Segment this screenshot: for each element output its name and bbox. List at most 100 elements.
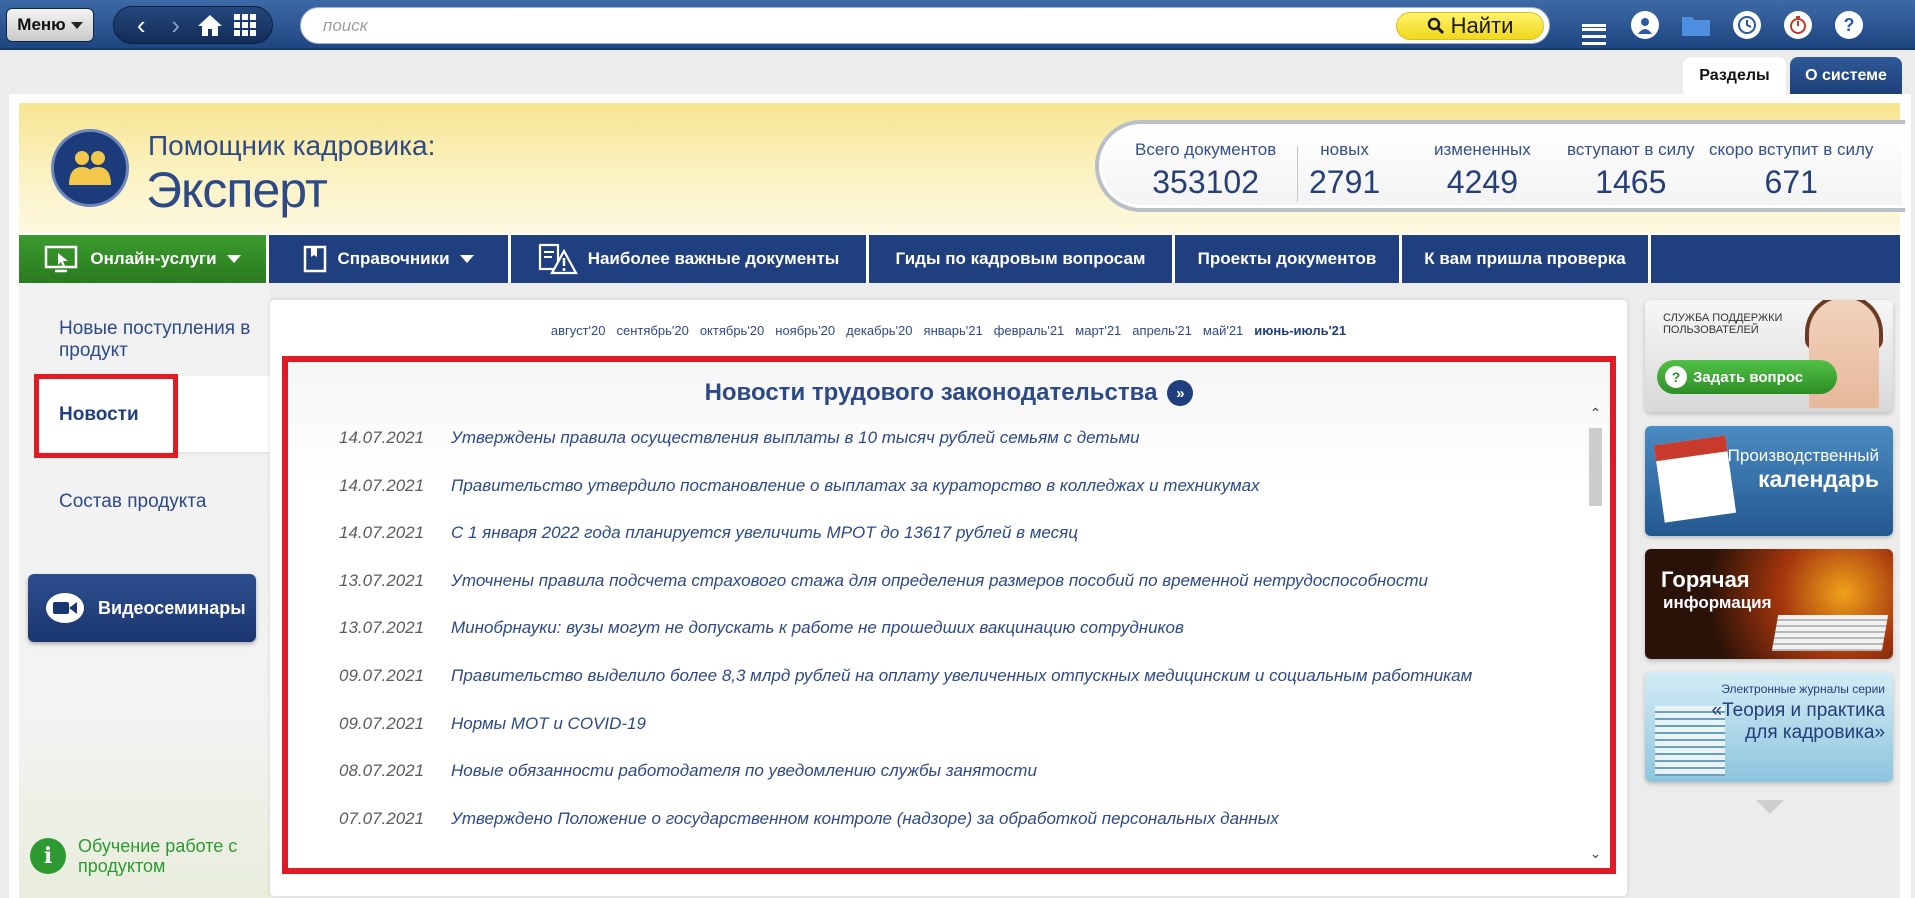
find-button[interactable]: Найти [1396, 12, 1544, 40]
stat-changed[interactable]: измененных 4249 [1434, 140, 1531, 201]
news-date: 14.07.2021 [339, 523, 425, 543]
menu-button[interactable]: Меню [6, 8, 94, 42]
news-date: 08.07.2021 [339, 761, 425, 781]
sidebar-item-product-contents[interactable]: Состав продукта [59, 491, 206, 513]
month-link[interactable]: март'21 [1075, 323, 1121, 338]
month-link[interactable]: май'21 [1203, 323, 1243, 338]
product-subtitle: Помощник кадровика: [148, 130, 436, 161]
month-link[interactable]: апрель'21 [1132, 323, 1192, 338]
support-banner[interactable]: Служба поддержки пользователей ? Задать … [1645, 300, 1893, 412]
news-title[interactable]: Новости трудового законодательства [705, 379, 1158, 407]
nav-document-drafts[interactable]: Проекты документов [1175, 235, 1402, 283]
ask-question-label: Задать вопрос [1693, 368, 1804, 386]
highlight-frame [34, 374, 178, 458]
nav-label: Гиды по кадровым вопросам [895, 249, 1146, 268]
find-button-label: Найти [1450, 13, 1514, 38]
nav-reference-books[interactable]: Справочники [269, 235, 511, 283]
month-link[interactable]: февраль'21 [994, 323, 1065, 338]
tab-about-system[interactable]: О системе [1790, 57, 1902, 94]
news-link[interactable]: Утверждены правила осуществления выплаты… [451, 428, 1140, 448]
nav-important-documents[interactable]: Наиболее важные документы [511, 235, 869, 283]
stat-total[interactable]: Всего документов 353102 [1135, 140, 1276, 201]
stopwatch-icon[interactable] [1777, 6, 1819, 44]
stat-entering-force[interactable]: вступают в силу 1465 [1567, 140, 1695, 201]
product-header: Помощник кадровика: Эксперт Всего докуме… [19, 103, 1905, 233]
top-toolbar: Меню ‹ › Найти ? [0, 0, 1915, 50]
nav-hr-guides[interactable]: Гиды по кадровым вопросам [869, 235, 1175, 283]
news-date: 14.07.2021 [339, 475, 425, 495]
stat-value: 353102 [1152, 164, 1259, 200]
book-icon [304, 245, 327, 273]
stat-value: 2791 [1309, 164, 1381, 200]
stat-label: скоро вступит в силу [1709, 140, 1874, 159]
month-link[interactable]: октябрь'20 [700, 323, 764, 338]
month-link[interactable]: ноябрь'20 [775, 323, 835, 338]
nav-online-services[interactable]: Онлайн-услуги [19, 235, 269, 283]
scrollbar-thumb[interactable] [1589, 428, 1602, 506]
news-link[interactable]: Новые обязанности работодателя по уведом… [451, 761, 1037, 781]
info-icon: i [30, 838, 66, 874]
search-input[interactable] [323, 15, 1383, 37]
product-title: Эксперт [146, 162, 328, 218]
stat-label: новых [1320, 140, 1369, 159]
hamburger-menu-icon[interactable] [1573, 6, 1615, 45]
month-link[interactable]: январь'21 [924, 323, 983, 338]
chevron-down-icon [70, 21, 83, 29]
menu-button-label: Меню [17, 15, 66, 34]
training-label: Обучение работе с продуктом [78, 836, 238, 876]
news-link[interactable]: Правительство выделило более 8,3 млрд ру… [451, 666, 1472, 686]
nav-label: Справочники [337, 249, 450, 268]
banners-scroll-down-icon[interactable] [1756, 800, 1784, 814]
stat-soon-entering-force[interactable]: скоро вступит в силу 671 [1709, 140, 1873, 201]
sidebar-item-new-arrivals[interactable]: Новые поступления в продукт [59, 318, 259, 362]
chevron-down-icon [226, 255, 241, 263]
chevron-up-icon[interactable]: ⌃ [1587, 404, 1604, 422]
top-icons: ? [1573, 6, 1879, 45]
nav-inspection[interactable]: К вам пришла проверка [1402, 235, 1651, 283]
question-icon: ? [1665, 366, 1687, 388]
search-icon [1427, 17, 1444, 35]
history-clock-icon[interactable] [1726, 6, 1768, 44]
news-link[interactable]: Правительство утвердило постановление о … [451, 476, 1260, 496]
video-seminars-button[interactable]: Видеосеминары [28, 574, 256, 642]
video-camera-icon [46, 593, 84, 623]
news-link[interactable]: Нормы МОТ и COVID-19 [451, 714, 646, 734]
double-chevron-right-icon[interactable]: » [1167, 380, 1194, 406]
hot-information-banner[interactable]: Горячая информация [1645, 549, 1893, 659]
news-item: 14.07.2021 Правительство утвердило постан… [339, 476, 1579, 524]
tab-sections[interactable]: Разделы [1683, 57, 1786, 94]
home-icon[interactable] [195, 10, 225, 40]
nav-label: Наиболее важные документы [587, 249, 840, 268]
news-link[interactable]: Минобрнауки: вузы могут не допускать к р… [451, 618, 1184, 638]
month-link[interactable]: декабрь'20 [846, 323, 912, 338]
nav-label: Онлайн-услуги [90, 249, 217, 268]
help-icon[interactable]: ? [1828, 6, 1870, 44]
banner-subtitle: информация [1663, 593, 1772, 612]
apps-grid-icon[interactable] [230, 10, 260, 40]
support-banner-caption: Служба поддержки пользователей [1663, 312, 1783, 336]
production-calendar-banner[interactable]: Производственный календарь [1645, 426, 1893, 536]
news-link[interactable]: С 1 января 2022 года планируется увеличи… [451, 523, 1078, 543]
stat-new[interactable]: новых 2791 [1309, 140, 1380, 201]
news-header: Новости трудового законодательства » [288, 379, 1610, 407]
stat-value: 1465 [1595, 164, 1667, 200]
ask-question-button[interactable]: ? Задать вопрос [1657, 360, 1837, 394]
chevron-down-icon[interactable]: ⌄ [1587, 844, 1604, 862]
news-item: 13.07.2021 Минобрнауки: вузы могут не доп… [339, 618, 1579, 666]
stat-label: Всего документов [1135, 140, 1277, 159]
news-item: 14.07.2021 Утверждены правила осуществлен… [339, 428, 1579, 476]
news-link[interactable]: Уточнены правила подсчета страхового ста… [451, 571, 1428, 591]
forward-arrow-icon[interactable]: › [161, 10, 191, 40]
user-profile-icon[interactable] [1624, 6, 1666, 44]
document-stats-panel: Всего документов 353102 новых 2791 измен… [1095, 120, 1905, 212]
back-arrow-icon[interactable]: ‹ [126, 10, 156, 40]
electronic-journals-banner[interactable]: Электронные журналы серии «Теория и прак… [1645, 672, 1893, 782]
news-link[interactable]: Утверждено Положение о государственном к… [451, 809, 1279, 829]
training-link[interactable]: i Обучение работе с продуктом [30, 836, 248, 876]
news-scrollbar[interactable]: ⌃ ⌄ [1587, 404, 1604, 862]
month-link[interactable]: август'20 [551, 323, 606, 338]
folder-icon[interactable] [1675, 6, 1717, 44]
month-link[interactable]: июнь-июль'21 [1254, 323, 1346, 338]
month-link[interactable]: сентябрь'20 [617, 323, 689, 338]
news-date: 07.07.2021 [339, 808, 425, 828]
